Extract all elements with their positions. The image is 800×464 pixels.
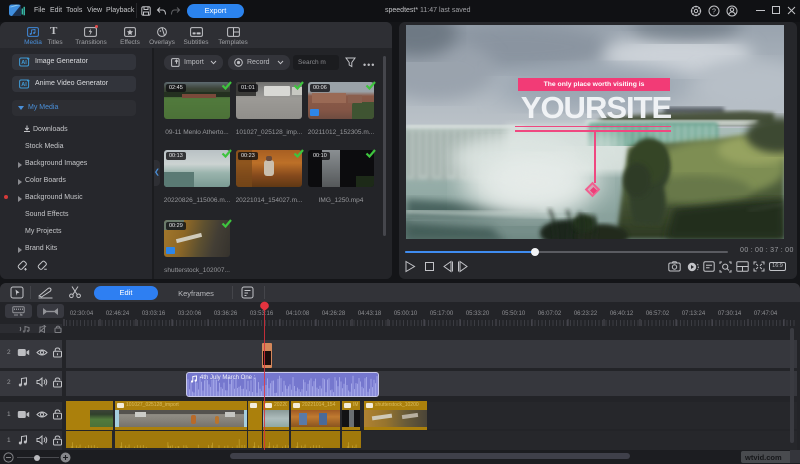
svg-text:AI: AI [21,60,27,66]
svg-text:AI: AI [21,82,27,88]
svg-text:?: ? [712,8,716,15]
